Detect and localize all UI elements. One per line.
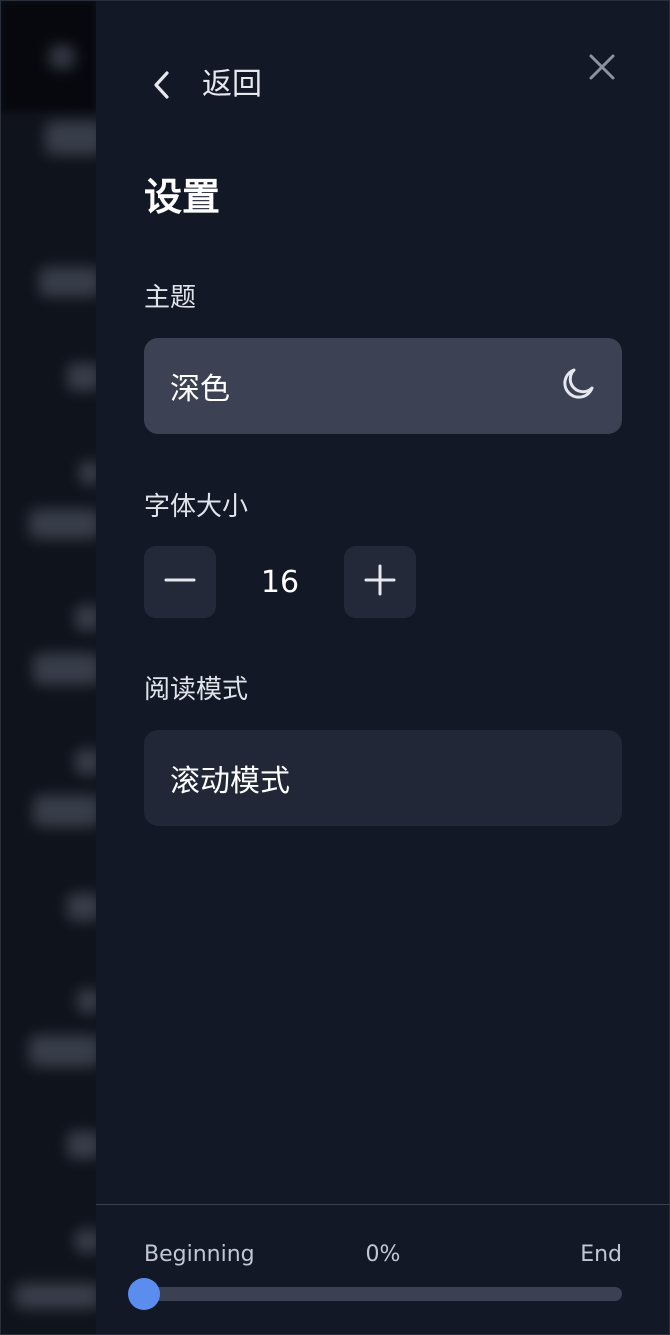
reading-mode-value: 滚动模式: [170, 764, 290, 799]
back-button[interactable]: 返回: [146, 61, 262, 109]
progress-percent: 0%: [365, 1242, 401, 1267]
theme-select[interactable]: 深色: [144, 338, 622, 434]
settings-panel: 返回 设置 主题 深色 字体大小 16 阅读模式 滚动模式 Beginning …: [96, 1, 669, 1334]
font-size-stepper: 16: [144, 546, 416, 618]
minus-icon: [163, 563, 197, 601]
plus-icon: [363, 563, 397, 601]
chevron-left-icon: [146, 68, 180, 102]
font-size-label: 字体大小: [144, 492, 249, 522]
increase-font-button[interactable]: [344, 546, 416, 618]
back-label: 返回: [202, 67, 262, 102]
progress-slider-thumb[interactable]: [128, 1278, 160, 1310]
progress-end-label: End: [580, 1242, 622, 1267]
decrease-font-button[interactable]: [144, 546, 216, 618]
reading-progress-footer: Beginning 0% End: [96, 1204, 669, 1334]
reader-screen: 返回 设置 主题 深色 字体大小 16 阅读模式 滚动模式 Beginning …: [0, 0, 670, 1335]
moon-icon: [560, 366, 596, 406]
close-button[interactable]: [584, 51, 620, 87]
blurred-reader-content: [1, 1, 96, 1334]
reading-mode-select[interactable]: 滚动模式: [144, 730, 622, 826]
page-title: 设置: [144, 175, 221, 219]
progress-slider-track[interactable]: [128, 1278, 622, 1310]
theme-label: 主题: [144, 283, 197, 313]
font-size-value: 16: [260, 564, 300, 600]
reading-mode-label: 阅读模式: [144, 675, 249, 705]
close-icon: [588, 53, 616, 85]
theme-value: 深色: [170, 372, 230, 407]
